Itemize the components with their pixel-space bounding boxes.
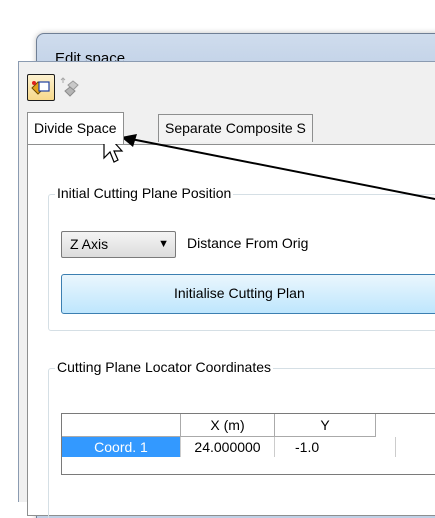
button-label: Initialise Cutting Plan bbox=[174, 285, 305, 301]
axis-select-value: Z Axis bbox=[70, 236, 109, 252]
distance-label: Distance From Orig bbox=[187, 235, 309, 251]
column-header-x[interactable]: X (m) bbox=[181, 414, 275, 437]
divide-space-tool-button[interactable] bbox=[27, 74, 55, 101]
chevron-down-icon: ▼ bbox=[158, 238, 169, 250]
cell-x-value[interactable]: 24.000000 bbox=[181, 437, 275, 457]
locator-coordinates-group: Cutting Plane Locator Coordinates X (m) … bbox=[48, 359, 435, 518]
divide-space-panel: Initial Cutting Plane Position Z Axis ▼ … bbox=[27, 144, 435, 518]
column-header-y[interactable]: Y bbox=[275, 414, 376, 437]
separate-objects-icon bbox=[60, 77, 79, 97]
tab-label: Divide Space bbox=[34, 120, 117, 136]
screen: Edit space Divide Space Separate Composi… bbox=[0, 0, 435, 518]
divide-space-icon bbox=[31, 81, 50, 95]
axis-select[interactable]: Z Axis ▼ bbox=[61, 231, 176, 258]
table-corner-header bbox=[62, 414, 181, 437]
dialog-client-area: Divide Space Separate Composite S Initia… bbox=[18, 61, 435, 518]
tab-separate-composite[interactable]: Separate Composite S bbox=[158, 114, 313, 142]
group-label: Cutting Plane Locator Coordinates bbox=[55, 359, 274, 375]
tab-strip: Divide Space Separate Composite S bbox=[27, 112, 435, 144]
group-label: Initial Cutting Plane Position bbox=[55, 185, 234, 201]
cell-y-value[interactable]: -1.0 bbox=[275, 437, 396, 457]
separate-objects-tool-button[interactable] bbox=[59, 74, 81, 99]
initialise-cutting-plane-button[interactable]: Initialise Cutting Plan bbox=[61, 274, 435, 314]
coordinates-table: X (m) Y Coord. 1 24.000000 -1.0 bbox=[61, 413, 435, 475]
initial-cutting-plane-group: Initial Cutting Plane Position Z Axis ▼ … bbox=[48, 185, 435, 331]
row-header-coord-1[interactable]: Coord. 1 bbox=[62, 437, 181, 457]
tab-divide-space[interactable]: Divide Space bbox=[27, 112, 124, 144]
tab-label: Separate Composite S bbox=[165, 120, 306, 136]
